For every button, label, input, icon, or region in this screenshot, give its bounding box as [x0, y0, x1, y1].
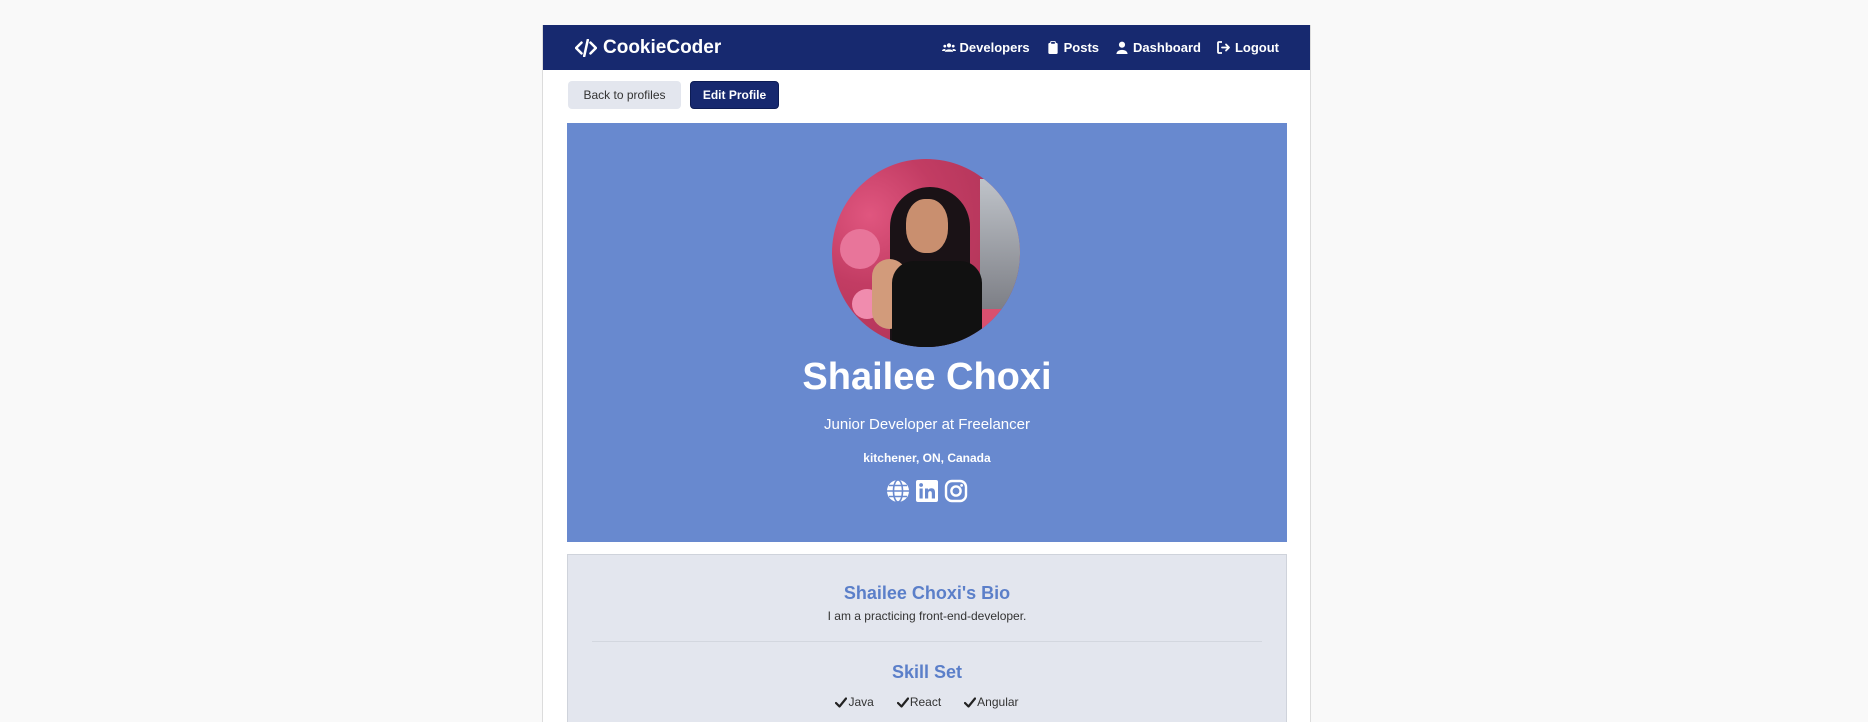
skill-item: React — [896, 695, 942, 709]
edit-profile-button[interactable]: Edit Profile — [690, 81, 779, 109]
brand-name: CookieCoder — [603, 36, 722, 58]
nav-posts-label: Posts — [1063, 40, 1100, 55]
user-icon — [1116, 41, 1128, 54]
profile-hero: Shailee Choxi Junior Developer at Freela… — [567, 123, 1287, 542]
social-links — [567, 479, 1287, 503]
avatar-dress — [892, 261, 982, 347]
avatar — [832, 159, 1020, 347]
bio-section: Shailee Choxi's Bio I am a practicing fr… — [567, 554, 1287, 722]
app-frame: CookieCoder Developers Posts Dashboard L… — [542, 25, 1311, 722]
nav-dashboard[interactable]: Dashboard — [1115, 40, 1201, 55]
skill-list: Java React Angular — [568, 695, 1286, 709]
skill-label: Angular — [977, 695, 1019, 709]
instagram-icon[interactable] — [944, 479, 968, 503]
clipboard-icon — [1047, 41, 1058, 54]
skill-item: Java — [835, 695, 874, 709]
nav-posts[interactable]: Posts — [1046, 40, 1099, 55]
brand-link[interactable]: CookieCoder — [575, 37, 721, 59]
avatar-background — [980, 179, 1020, 309]
nav-links: Developers Posts Dashboard Logout — [941, 40, 1279, 55]
nav-dashboard-label: Dashboard — [1133, 40, 1201, 55]
bio-text: I am a practicing front-end-developer. — [827, 609, 1027, 623]
nav-developers-label: Developers — [959, 40, 1030, 55]
skill-set-heading: Skill Set — [891, 662, 963, 682]
profile-actions: Back to profiles Edit Profile — [543, 70, 1310, 109]
skill-item: Angular — [964, 695, 1019, 709]
globe-icon[interactable] — [886, 479, 910, 503]
nav-developers[interactable]: Developers — [941, 40, 1030, 55]
avatar-face — [906, 199, 948, 253]
avatar-flower — [840, 229, 880, 269]
nav-logout[interactable]: Logout — [1217, 40, 1279, 55]
check-icon — [896, 696, 909, 708]
check-icon — [964, 696, 977, 708]
profile-name: Shailee Choxi — [802, 356, 1052, 398]
skill-label: React — [909, 695, 942, 709]
profile-location: kitchener, ON, Canada — [863, 451, 991, 465]
bio-heading: Shailee Choxi's Bio — [843, 583, 1011, 603]
code-icon — [575, 38, 597, 57]
check-icon — [835, 696, 848, 708]
nav-logout-label: Logout — [1234, 40, 1279, 55]
navbar: CookieCoder Developers Posts Dashboard L… — [543, 25, 1310, 70]
profile-title: Junior Developer at Freelancer — [824, 416, 1030, 433]
divider — [592, 641, 1262, 642]
skill-label: Java — [848, 695, 874, 709]
users-icon — [941, 43, 956, 52]
linkedin-icon[interactable] — [915, 479, 939, 503]
back-to-profiles-button[interactable]: Back to profiles — [568, 81, 681, 109]
logout-icon — [1217, 41, 1230, 54]
